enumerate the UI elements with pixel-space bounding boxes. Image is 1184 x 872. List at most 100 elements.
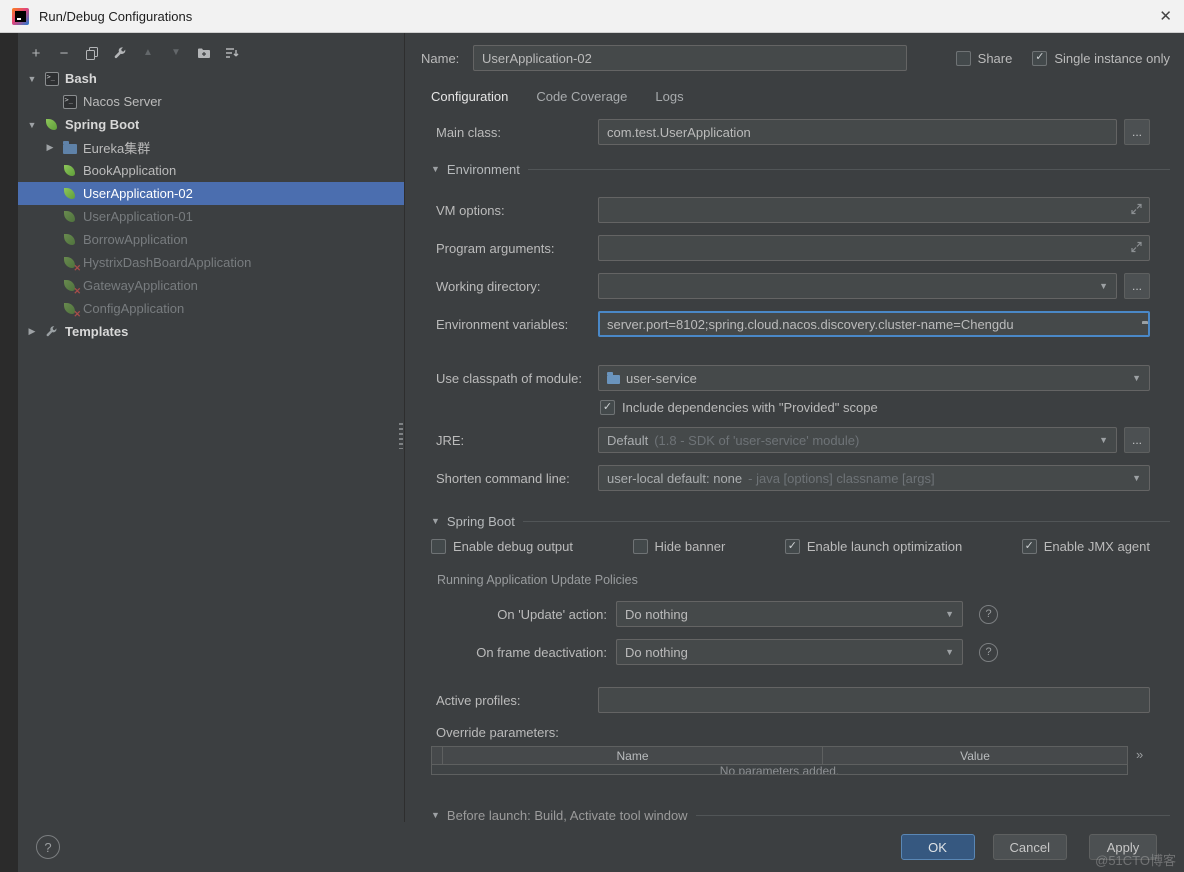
collapsed-icon: ▶ [44,142,56,153]
environment-variables-row: Environment variables: [431,311,1170,337]
active-profiles-input[interactable] [598,687,1150,713]
spring-boot-icon [62,232,77,247]
name-label: Name: [421,51,473,66]
tree-item-spring-boot[interactable]: ▼ Spring Boot [18,113,404,136]
enable-jmx-agent-checkbox[interactable]: ✓ Enable JMX agent [1022,539,1150,554]
table-header: Name Value [432,747,1127,765]
copy-icon[interactable] [83,44,101,62]
folder-icon [62,140,77,155]
enable-launch-optimization-checkbox[interactable]: ✓ Enable launch optimization [785,539,962,554]
error-badge-icon: ✕ [73,263,81,274]
environment-section-header[interactable]: ▼ Environment [431,161,1170,177]
tree-item-hystrix-dashboard-application[interactable]: ✕ HystrixDashBoardApplication [18,251,404,274]
provided-scope-row: ✓ Include dependencies with "Provided" s… [431,400,1170,415]
collapsed-icon: ▶ [26,326,38,337]
tree-item-config-application[interactable]: ✕ ConfigApplication [18,297,404,320]
active-profiles-label: Active profiles: [431,693,598,708]
jre-browse-button[interactable]: ... [1124,427,1150,453]
cancel-button[interactable]: Cancel [993,834,1067,860]
remove-icon[interactable]: − [55,44,73,62]
splitter-handle[interactable] [399,423,403,449]
on-frame-deactivation-combo[interactable]: Do nothing ▼ [616,639,963,665]
provided-scope-checkbox-box: ✓ [600,400,615,415]
enable-debug-output-checkbox[interactable]: ✓ Enable debug output [431,539,573,554]
main-class-browse-button[interactable]: ... [1124,119,1150,145]
sort-icon[interactable] [223,44,241,62]
column-header-value[interactable]: Value [823,747,1127,764]
expanded-icon: ▼ [26,120,38,130]
tree-item-nacos-server[interactable]: Nacos Server [18,90,404,113]
share-checkbox[interactable]: ✓ Share [956,51,1013,66]
spring-boot-error-icon: ✕ [62,255,77,270]
column-header-name[interactable]: Name [443,747,823,764]
tree-item-templates[interactable]: ▶ Templates [18,320,404,343]
spring-boot-section-header[interactable]: ▼ Spring Boot [431,513,1170,529]
help-icon[interactable]: ? [979,643,998,662]
before-launch-section-header[interactable]: ▼ Before launch: Build, Activate tool wi… [431,807,1170,822]
tree-item-user-application-02[interactable]: UserApplication-02 [18,182,404,205]
tree-item-book-application[interactable]: BookApplication [18,159,404,182]
add-icon[interactable]: + [27,44,45,62]
module-combo[interactable]: user-service ▼ [598,365,1150,391]
module-icon [607,375,620,384]
name-input[interactable] [473,45,907,71]
tab-logs[interactable]: Logs [655,89,683,104]
editor-tabs: Configuration Code Coverage Logs [405,87,1184,105]
spring-boot-icon [62,163,77,178]
tree-item-eureka-cluster[interactable]: ▶ Eureka集群 [18,136,404,159]
tree-item-user-application-01[interactable]: UserApplication-01 [18,205,404,228]
chevron-down-icon: ▼ [1132,473,1141,483]
expanded-icon: ▼ [26,74,38,84]
override-parameters-table: Name Value No parameters added. » [431,746,1170,775]
configuration-editor-panel: Name: ✓ Share ✓ Single instance only Con… [405,33,1184,822]
watermark: @51CTO博客 [1095,850,1176,869]
section-divider [696,815,1170,816]
background-edge [0,33,18,872]
tree-item-bash[interactable]: ▼ Bash [18,67,404,90]
tab-code-coverage[interactable]: Code Coverage [536,89,627,104]
intellij-logo-icon [12,8,29,25]
section-divider [528,169,1170,170]
expand-field-icon[interactable] [1131,203,1142,218]
environment-variables-input[interactable] [598,311,1150,337]
ok-button[interactable]: OK [901,834,975,860]
tab-configuration[interactable]: Configuration [431,89,508,104]
vm-options-input[interactable] [598,197,1150,223]
working-directory-browse-button[interactable]: ... [1124,273,1150,299]
help-button[interactable]: ? [36,835,60,859]
row-selector-column [432,747,443,764]
use-classpath-row: Use classpath of module: user-service ▼ [431,365,1170,391]
jre-label: JRE: [431,433,598,448]
table-empty-text: No parameters added. [432,765,1127,774]
bash-icon [44,71,59,86]
run-debug-configurations-dialog: Run/Debug Configurations ✕ + − [0,0,1184,872]
help-icon[interactable]: ? [979,605,998,624]
close-icon[interactable]: ✕ [1144,7,1172,25]
hide-banner-checkbox[interactable]: ✓ Hide banner [633,539,726,554]
on-update-action-combo[interactable]: Do nothing ▼ [616,601,963,627]
chevron-down-icon: ▼ [945,647,954,657]
tree-item-borrow-application[interactable]: BorrowApplication [18,228,404,251]
jre-combo[interactable]: Default (1.8 - SDK of 'user-service' mod… [598,427,1117,453]
tree-item-gateway-application[interactable]: ✕ GatewayApplication [18,274,404,297]
edit-templates-icon[interactable] [111,44,129,62]
main-class-input[interactable] [598,119,1117,145]
override-parameters-label: Override parameters: [431,725,1170,740]
shorten-command-line-combo[interactable]: user-local default: none - java [options… [598,465,1150,491]
program-arguments-label: Program arguments: [431,241,598,256]
on-update-action-label: On 'Update' action: [431,607,607,622]
vm-options-label: VM options: [431,203,598,218]
chevron-down-icon: ▼ [945,609,954,619]
more-actions-button[interactable]: » [1136,747,1144,762]
working-directory-combo[interactable]: ▼ [598,273,1117,299]
main-class-row: Main class: ... [431,119,1170,145]
provided-scope-checkbox[interactable]: ✓ Include dependencies with "Provided" s… [600,400,878,415]
program-arguments-input[interactable] [598,235,1150,261]
move-up-icon[interactable]: ▲ [139,44,157,62]
expand-field-icon[interactable] [1131,241,1142,256]
move-down-icon[interactable]: ▼ [167,44,185,62]
single-instance-checkbox-box: ✓ [1032,51,1047,66]
section-collapse-icon: ▼ [431,516,440,526]
single-instance-checkbox[interactable]: ✓ Single instance only [1032,51,1170,66]
new-folder-icon[interactable] [195,44,213,62]
